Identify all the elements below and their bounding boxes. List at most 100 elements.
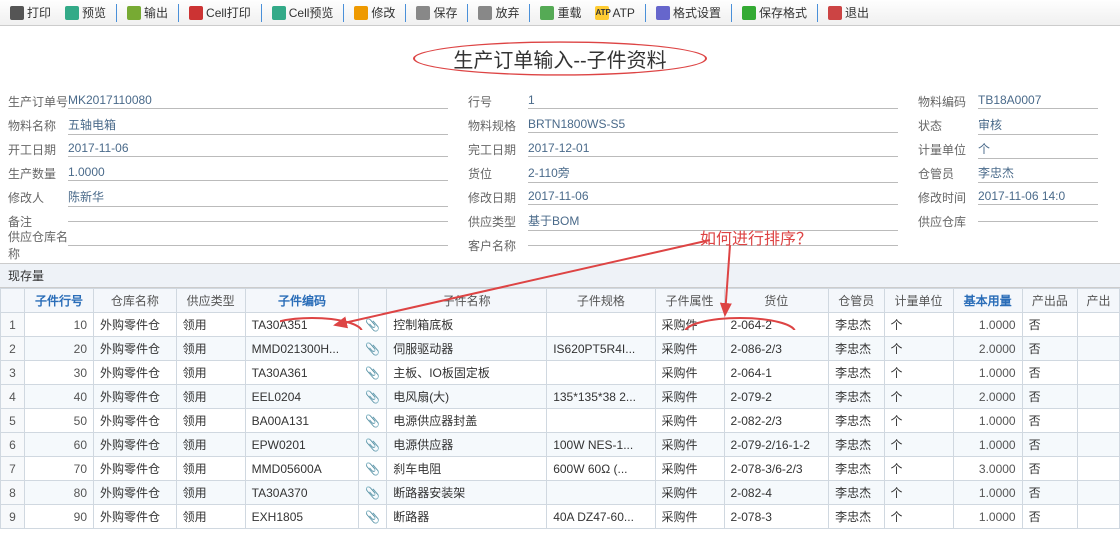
table-row[interactable]: 880外购零件仓领用TA30A370📎断路器安装架采购件2-082-4李忠杰个1…	[1, 481, 1120, 505]
form-value[interactable]: 1	[528, 93, 898, 109]
col-out[interactable]: 产出品	[1022, 289, 1077, 313]
toolbar-格式设置[interactable]: 格式设置	[650, 2, 727, 23]
col-out2[interactable]: 产出	[1078, 289, 1120, 313]
col-clip[interactable]	[359, 289, 387, 313]
toolbar-重载[interactable]: 重载	[534, 2, 587, 23]
table-row[interactable]: 220外购零件仓领用MMD021300H...📎伺服驱动器IS620PT5R4I…	[1, 337, 1120, 361]
form-row-修改日期: 修改日期2017-11-06	[468, 187, 898, 207]
table-row[interactable]: 770外购零件仓领用MMD05600A📎刹车电阻600W 60Ω (...采购件…	[1, 457, 1120, 481]
form-value[interactable]	[68, 244, 448, 246]
toolbar-label: 格式设置	[673, 4, 721, 21]
form-value[interactable]: BRTN1800WS-S5	[528, 117, 898, 133]
col-uom[interactable]: 计量单位	[884, 289, 953, 313]
toolbar-label: 保存格式	[759, 4, 807, 21]
form-value[interactable]: 2-110旁	[528, 164, 898, 183]
col-st[interactable]: 供应类型	[176, 289, 245, 313]
cell-attr: 采购件	[655, 361, 724, 385]
attachment-icon: 📎	[359, 409, 387, 433]
form-value[interactable]: 1.0000	[68, 165, 448, 181]
form-value[interactable]: TB18A0007	[978, 93, 1098, 109]
toolbar-label: ATP	[612, 6, 634, 20]
col-idx[interactable]	[1, 289, 25, 313]
col-line[interactable]: 子件行号	[25, 289, 94, 313]
cell-spec: 100W NES-1...	[547, 433, 655, 457]
col-spec[interactable]: 子件规格	[547, 289, 655, 313]
form-value[interactable]: 个	[978, 140, 1098, 159]
col-loc[interactable]: 货位	[724, 289, 829, 313]
cell-idx: 1	[1, 313, 25, 337]
toolbar-保存格式[interactable]: 保存格式	[736, 2, 813, 23]
cell-qty: 1.0000	[953, 505, 1022, 529]
table-row[interactable]: 330外购零件仓领用TA30A361📎主板、IO板固定板采购件2-064-1李忠…	[1, 361, 1120, 385]
col-wh[interactable]: 仓库名称	[94, 289, 177, 313]
cell-idx: 9	[1, 505, 25, 529]
form-value[interactable]: 2017-12-01	[528, 141, 898, 157]
cell-uom: 个	[884, 385, 953, 409]
form-row-供应类型: 供应类型基于BOM	[468, 211, 898, 231]
保存格式-icon	[742, 6, 756, 20]
form-value[interactable]	[528, 244, 898, 246]
toolbar-退出[interactable]: 退出	[822, 2, 875, 23]
cell-out: 否	[1022, 457, 1077, 481]
cell-qty: 1.0000	[953, 409, 1022, 433]
form-value[interactable]: 2017-11-06 14:0	[978, 189, 1098, 205]
cell-spec: 135*135*38 2...	[547, 385, 655, 409]
toolbar-separator	[405, 4, 406, 22]
col-keeper[interactable]: 仓管员	[829, 289, 884, 313]
cell-out: 否	[1022, 481, 1077, 505]
toolbar-输出[interactable]: 输出	[121, 2, 174, 23]
cell-line: 50	[25, 409, 94, 433]
form-row-物料规格: 物料规格BRTN1800WS-S5	[468, 115, 898, 135]
cell-st: 领用	[176, 313, 245, 337]
form-row-备注: 备注	[8, 211, 448, 231]
table-row[interactable]: 550外购零件仓领用BA00A131📎电源供应器封盖采购件2-082-2/3李忠…	[1, 409, 1120, 433]
cell-spec	[547, 361, 655, 385]
toolbar-label: 退出	[845, 4, 869, 21]
form-value[interactable]: 2017-11-06	[528, 189, 898, 205]
table-row[interactable]: 440外购零件仓领用EEL0204📎电风扇(大)135*135*38 2...采…	[1, 385, 1120, 409]
cell-spec	[547, 481, 655, 505]
cell-st: 领用	[176, 481, 245, 505]
cell-st: 领用	[176, 457, 245, 481]
col-attr[interactable]: 子件属性	[655, 289, 724, 313]
cell-wh: 外购零件仓	[94, 385, 177, 409]
form-value[interactable]	[68, 220, 448, 222]
col-name[interactable]: 子件名称	[387, 289, 547, 313]
cell-keeper: 李忠杰	[829, 481, 884, 505]
form-value[interactable]	[978, 220, 1098, 222]
tab-inventory[interactable]: 现存量	[0, 263, 1120, 288]
toolbar-修改[interactable]: 修改	[348, 2, 401, 23]
table-row[interactable]: 660外购零件仓领用EPW0201📎电源供应器100W NES-1...采购件2…	[1, 433, 1120, 457]
form-value[interactable]: MK2017110080	[68, 93, 448, 109]
toolbar-label: 重载	[557, 4, 581, 21]
toolbar-预览[interactable]: 预览	[59, 2, 112, 23]
toolbar-保存[interactable]: 保存	[410, 2, 463, 23]
cell-name: 刹车电阻	[387, 457, 547, 481]
toolbar-ATP[interactable]: ATPATP	[589, 4, 640, 22]
toolbar-label: 修改	[371, 4, 395, 21]
table-row[interactable]: 110外购零件仓领用TA30A351📎控制箱底板采购件2-064-2李忠杰个1.…	[1, 313, 1120, 337]
cell-code: MMD021300H...	[245, 337, 359, 361]
toolbar-放弃[interactable]: 放弃	[472, 2, 525, 23]
col-code[interactable]: 子件编码	[245, 289, 359, 313]
table-row[interactable]: 990外购零件仓领用EXH1805📎断路器40A DZ47-60...采购件2-…	[1, 505, 1120, 529]
form-value[interactable]: 2017-11-06	[68, 141, 448, 157]
form-label: 修改人	[8, 189, 68, 206]
form-value[interactable]: 基于BOM	[528, 212, 898, 231]
form-value[interactable]: 李忠杰	[978, 164, 1098, 183]
cell-name: 断路器	[387, 505, 547, 529]
cell-keeper: 李忠杰	[829, 337, 884, 361]
form-row-仓管员: 仓管员李忠杰	[918, 163, 1098, 183]
form-value[interactable]: 陈新华	[68, 188, 448, 207]
cell-loc: 2-082-2/3	[724, 409, 829, 433]
toolbar-Cell打印[interactable]: Cell打印	[183, 2, 257, 23]
cell-line: 90	[25, 505, 94, 529]
toolbar-Cell预览[interactable]: Cell预览	[266, 2, 340, 23]
form-value[interactable]: 审核	[978, 116, 1098, 135]
form-value[interactable]: 五轴电箱	[68, 116, 448, 135]
table-body: 110外购零件仓领用TA30A351📎控制箱底板采购件2-064-2李忠杰个1.…	[1, 313, 1120, 529]
toolbar-打印[interactable]: 打印	[4, 2, 57, 23]
cell-keeper: 李忠杰	[829, 409, 884, 433]
cell-spec: IS620PT5R4I...	[547, 337, 655, 361]
col-qty[interactable]: 基本用量	[953, 289, 1022, 313]
